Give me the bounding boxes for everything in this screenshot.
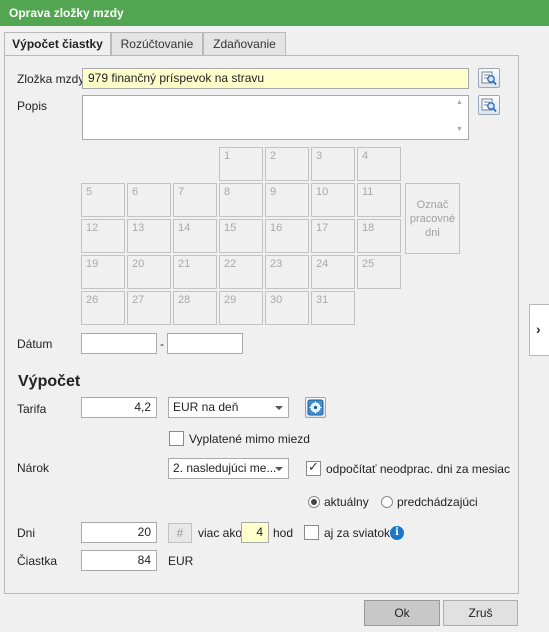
calendar-day[interactable]: 25 [357,255,401,289]
hash-button[interactable]: # [168,523,192,543]
component-label: Zložka mzdy [17,72,85,86]
description-label: Popis [17,99,48,113]
calendar-day[interactable]: 3 [311,147,355,181]
radio-current-month[interactable] [308,496,320,508]
hours-unit-label: hod [273,526,294,540]
amount-field[interactable]: 84 [81,550,157,571]
more-than-label: viac ako [198,526,243,540]
date-from-field[interactable] [81,333,157,354]
deduct-days-checkbox[interactable]: ✓ [306,459,321,476]
calendar-day[interactable]: 4 [357,147,401,181]
calendar-day[interactable]: 24 [311,255,355,289]
calendar-day[interactable]: 19 [81,255,125,289]
tab-vypocet-ciastky[interactable]: Výpočet čiastky [4,32,111,56]
days-label: Dni [17,526,36,540]
calendar-day[interactable]: 14 [173,219,217,253]
chevron-down-icon [275,406,283,410]
claim-value: 2. nasledujúci me... [173,461,277,475]
tab-rozuctovanie[interactable]: Rozúčtovanie [111,32,203,55]
calendar-day[interactable]: 15 [219,219,263,253]
window-title: Oprava zložky mzdy [0,0,549,26]
description-scroll-up-icon[interactable]: ▲ [456,99,464,106]
calendar-day[interactable]: 29 [219,291,263,325]
radio-previous-month[interactable] [381,496,393,508]
calendar-day[interactable]: 20 [127,255,171,289]
paid-outside-checkbox[interactable] [169,431,184,446]
description-scroll-down-icon[interactable]: ▼ [456,126,464,133]
days-field[interactable]: 20 [81,522,157,543]
mark-working-days-line: pracovné [409,213,456,225]
calendar-day[interactable]: 10 [311,183,355,217]
ok-button[interactable]: Ok [364,600,440,626]
calendar-day[interactable]: 31 [311,291,355,325]
calendar-day[interactable]: 9 [265,183,309,217]
hours-field[interactable]: 4 [241,522,269,543]
amount-label: Čiastka [17,554,58,568]
expand-panel-button[interactable]: › [529,304,549,356]
calendar-day[interactable]: 26 [81,291,125,325]
calendar-day[interactable]: 12 [81,219,125,253]
radio-current-label: aktuálny [324,495,369,509]
calendar-day[interactable]: 17 [311,219,355,253]
radio-selected-dot [311,499,317,505]
check-icon: ✓ [308,459,319,474]
rate-unit-select[interactable]: EUR na deň [168,397,289,418]
search-table-icon [481,98,497,113]
component-field[interactable]: 979 finančný príspevok na stravu [82,68,469,89]
calendar-day[interactable]: 6 [127,183,171,217]
paid-outside-label: Vyplatené mimo miezd [189,432,310,446]
calendar-day[interactable]: 2 [265,147,309,181]
calendar-day[interactable]: 1 [219,147,263,181]
claim-label: Nárok [17,461,50,475]
calendar-day[interactable]: 11 [357,183,401,217]
radio-previous-label: predchádzajúci [397,495,478,509]
calendar-day[interactable]: 27 [127,291,171,325]
calendar-day[interactable]: 5 [81,183,125,217]
calendar-day[interactable]: 16 [265,219,309,253]
mark-working-days-button[interactable]: Označ pracovné dni [405,183,460,254]
cancel-button[interactable]: Zruš [443,600,518,626]
date-label: Dátum [17,337,53,351]
search-table-icon [481,71,497,86]
component-lookup-button[interactable] [478,68,500,88]
calendar-day[interactable]: 23 [265,255,309,289]
holiday-checkbox[interactable] [304,525,319,540]
description-lookup-button[interactable] [478,95,500,115]
calendar-day[interactable]: 7 [173,183,217,217]
rate-unit-value: EUR na deň [173,400,239,414]
calendar-day[interactable]: 21 [173,255,217,289]
mark-working-days-line: Označ [416,199,449,211]
claim-select[interactable]: 2. nasledujúci me... [168,458,289,479]
description-textarea[interactable] [82,95,469,140]
mark-working-days-line: dni [425,227,440,239]
chevron-down-icon [275,467,283,471]
calendar-day[interactable]: 8 [219,183,263,217]
tab-zdanovanie[interactable]: Zdaňovanie [203,32,286,55]
calendar-day[interactable]: 30 [265,291,309,325]
chevron-right-icon: › [536,321,541,337]
holiday-label: aj za sviatok [324,526,391,540]
rate-field[interactable]: 4,2 [81,397,157,418]
calculate-button[interactable] [305,397,326,418]
calculator-icon [307,399,324,416]
calendar-day[interactable]: 22 [219,255,263,289]
date-separator: - [160,337,164,351]
amount-currency: EUR [168,554,194,568]
tab-panel: Zložka mzdy 979 finančný príspevok na st… [4,55,519,594]
calendar-day[interactable]: 13 [127,219,171,253]
calendar-day[interactable]: 18 [357,219,401,253]
deduct-days-label: odpočítať neodprac. dni za mesiac [326,462,510,476]
info-icon[interactable]: i [390,526,404,540]
calendar-day[interactable]: 28 [173,291,217,325]
calculation-section-title: Výpočet [18,373,81,390]
rate-label: Tarifa [17,402,47,416]
date-to-field[interactable] [167,333,243,354]
